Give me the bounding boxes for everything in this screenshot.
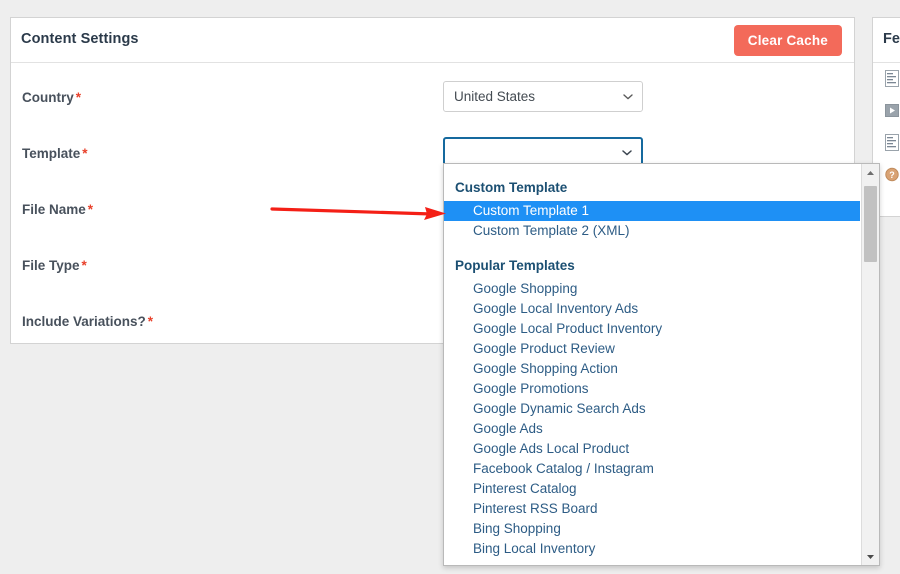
dropdown-option[interactable]: Custom Template 2 (XML) — [444, 221, 860, 241]
document-list-icon — [885, 70, 900, 87]
scrollbar-thumb[interactable] — [864, 186, 877, 262]
dropdown-option[interactable]: Google Local Inventory Ads — [444, 299, 860, 319]
document-list-icon — [885, 134, 900, 151]
dropdown-group-label: Custom Template — [455, 180, 568, 195]
label-file-name: File Name * — [22, 202, 93, 217]
side-panel-item-3[interactable] — [873, 127, 900, 159]
label-file-type-text: File Type — [22, 258, 80, 273]
dropdown-option[interactable]: Google Shopping Action — [444, 359, 860, 379]
scroll-up-arrow-icon[interactable] — [862, 164, 879, 181]
label-template-text: Template — [22, 146, 81, 161]
panel-header: Content Settings Clear Cache — [11, 18, 854, 63]
side-panel-item-1[interactable] — [873, 63, 900, 95]
required-marker: * — [87, 202, 94, 217]
dropdown-option[interactable]: Google Shopping — [444, 279, 860, 299]
required-marker: * — [75, 90, 82, 105]
dropdown-option[interactable]: Google Ads Local Product — [444, 439, 860, 459]
dropdown-options-container: Custom Template Custom Template 1 Custom T… — [444, 164, 860, 565]
required-marker: * — [147, 314, 154, 329]
country-select-value: United States — [454, 89, 536, 104]
required-marker: * — [81, 258, 87, 273]
form-row-country: Country * United States — [11, 73, 854, 129]
dropdown-option[interactable]: Bing Local Inventory — [444, 539, 860, 559]
scroll-down-arrow-icon[interactable] — [862, 548, 879, 565]
dropdown-option[interactable]: Custom Template 1 — [444, 201, 860, 221]
clear-cache-button[interactable]: Clear Cache — [733, 25, 842, 56]
dropdown-option[interactable]: Pinterest RSS Board — [444, 499, 860, 519]
side-panel-title: Fe — [883, 31, 900, 47]
dropdown-option[interactable]: Google Local Product Inventory — [444, 319, 860, 339]
dropdown-option[interactable]: Facebook Catalog / Instagram — [444, 459, 860, 479]
label-country: Country * — [22, 90, 81, 105]
label-file-type: File Type * — [22, 258, 87, 273]
side-panel-item-2[interactable] — [873, 95, 900, 127]
country-select[interactable]: United States — [443, 81, 643, 112]
chevron-down-icon — [622, 149, 632, 156]
page-title: Content Settings — [21, 31, 139, 47]
chevron-down-icon — [623, 93, 633, 100]
dropdown-scrollbar[interactable] — [861, 164, 879, 565]
dropdown-option[interactable]: Google Product Review — [444, 339, 860, 359]
dropdown-option[interactable]: Pinterest Catalog — [444, 479, 860, 499]
dropdown-option[interactable]: Bing Shopping — [444, 519, 860, 539]
template-dropdown-list: Custom Template Custom Template 1 Custom T… — [443, 163, 880, 566]
svg-text:?: ? — [889, 170, 895, 180]
label-file-name-text: File Name — [22, 202, 86, 217]
help-circle-icon: ? — [885, 166, 900, 183]
dropdown-option[interactable]: Google Ads — [444, 419, 860, 439]
dropdown-group-label: Popular Templates — [455, 258, 575, 273]
label-country-text: Country — [22, 90, 74, 105]
video-play-icon — [885, 102, 900, 119]
label-include-variations-text: Include Variations? — [22, 314, 146, 329]
required-marker: * — [82, 146, 88, 161]
label-template: Template * — [22, 146, 88, 161]
dropdown-option[interactable]: Google Promotions — [444, 379, 860, 399]
dropdown-group-spacer — [444, 241, 860, 252]
side-panel-header: Fe — [873, 18, 900, 63]
dropdown-option[interactable]: Google Dynamic Search Ads — [444, 399, 860, 419]
label-include-variations: Include Variations? * — [22, 314, 153, 329]
